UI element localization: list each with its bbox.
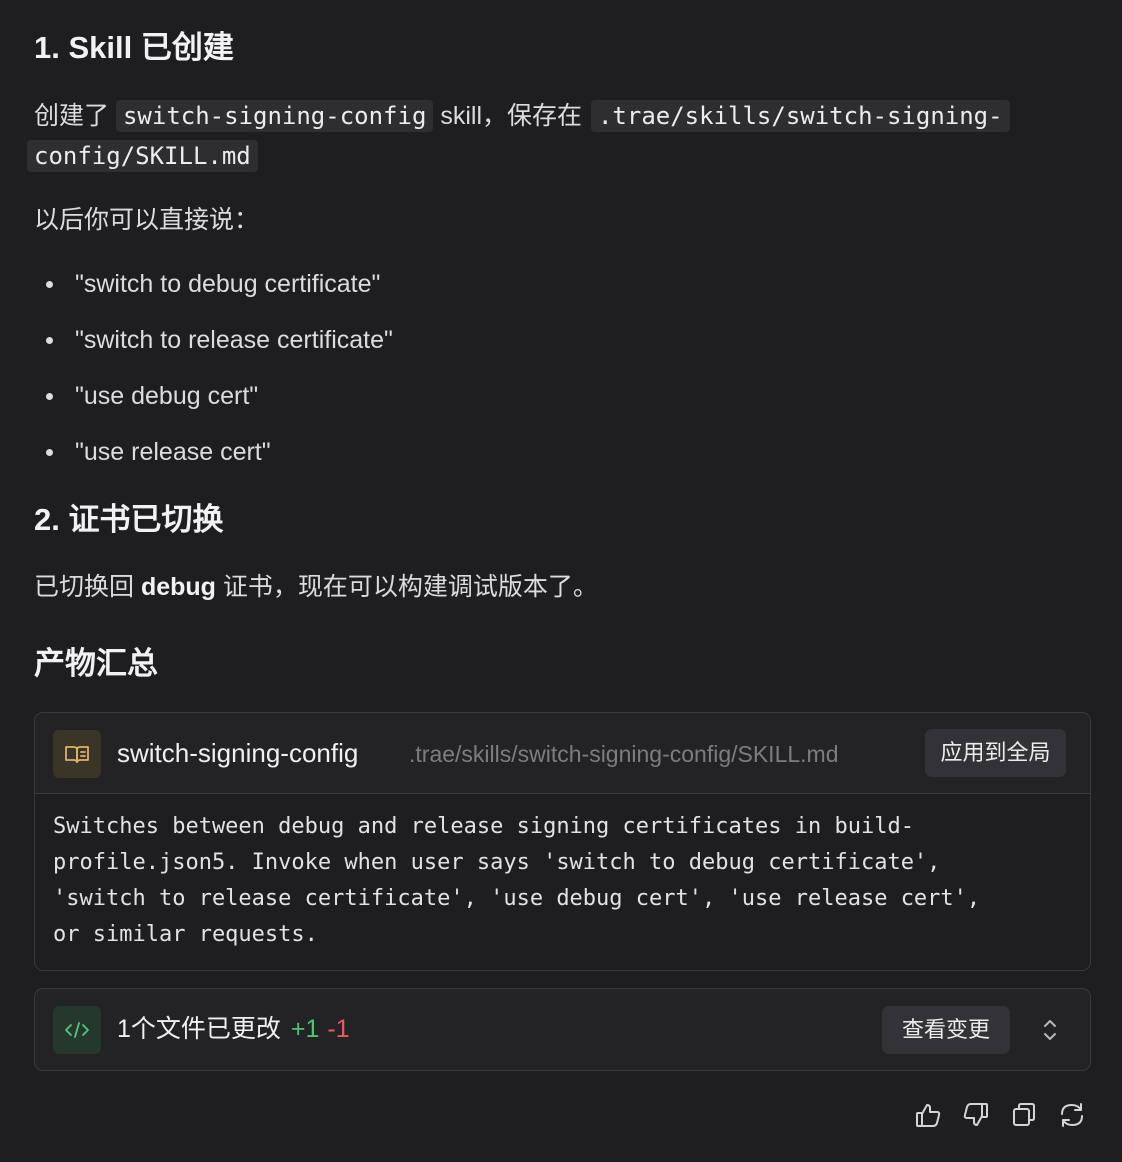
list-item: "use release cert" (34, 430, 393, 486)
files-changed-summary: 1个文件已更改 +1 -1 (117, 1009, 350, 1049)
section-heading-cert-switched: 2. 证书已切换 (34, 502, 224, 537)
apply-global-button[interactable]: 应用到全局 (925, 729, 1066, 777)
refresh-icon[interactable] (1056, 1099, 1088, 1131)
section-heading-artifacts: 产物汇总 (34, 646, 158, 681)
view-changes-button[interactable]: 查看变更 (882, 1006, 1010, 1054)
cert-text-prefix: 已切换回 (34, 573, 135, 601)
skill-card-header: switch-signing-config .trae/skills/switc… (35, 713, 1090, 794)
lines-removed-count: -1 (327, 1015, 350, 1043)
created-prefix-text: 创建了 (34, 102, 110, 130)
files-changed-label: 1个文件已更改 (117, 1015, 281, 1043)
skill-card-title: switch-signing-config (117, 738, 359, 768)
lines-added-count: +1 (290, 1015, 320, 1043)
skill-card: switch-signing-config .trae/skills/switc… (34, 712, 1091, 971)
created-middle-text: skill，保存在 (440, 102, 583, 130)
chat-message: 1. Skill 已创建 创建了 switch-signing-config s… (0, 0, 1122, 1162)
phrase-list: "switch to debug certificate" "switch to… (34, 262, 393, 486)
code-icon (53, 1006, 101, 1054)
book-icon (53, 730, 101, 778)
skill-created-line: 创建了 switch-signing-config skill，保存在 .tra… (34, 96, 1010, 136)
skill-card-path: .trae/skills/switch-signing-config/SKILL… (409, 741, 839, 767)
section-heading-skill-created: 1. Skill 已创建 (34, 30, 234, 65)
say-intro-text: 以后你可以直接说： (34, 206, 260, 234)
list-item: "switch to release certificate" (34, 318, 393, 374)
list-item: "use debug cert" (34, 374, 393, 430)
chevron-up-down-icon[interactable] (1035, 1013, 1065, 1047)
cert-text-suffix: 证书，现在可以构建调试版本了。 (222, 573, 598, 601)
thumbs-up-icon[interactable] (912, 1099, 944, 1131)
cert-switched-text: 已切换回 debug 证书，现在可以构建调试版本了。 (34, 568, 598, 606)
skill-path-code-continued: config/SKILL.md (27, 140, 258, 172)
skill-name-code: switch-signing-config (115, 100, 434, 132)
list-item: "switch to debug certificate" (34, 262, 393, 318)
cert-text-bold: debug (140, 573, 216, 601)
copy-icon[interactable] (1008, 1099, 1040, 1131)
skill-path-code: .trae/skills/switch-signing- (590, 100, 1010, 132)
skill-description: Switches between debug and release signi… (53, 814, 981, 947)
thumbs-down-icon[interactable] (960, 1099, 992, 1131)
skill-path-line-2: config/SKILL.md (27, 136, 258, 176)
file-changes-bar: 1个文件已更改 +1 -1 查看变更 (34, 988, 1091, 1071)
